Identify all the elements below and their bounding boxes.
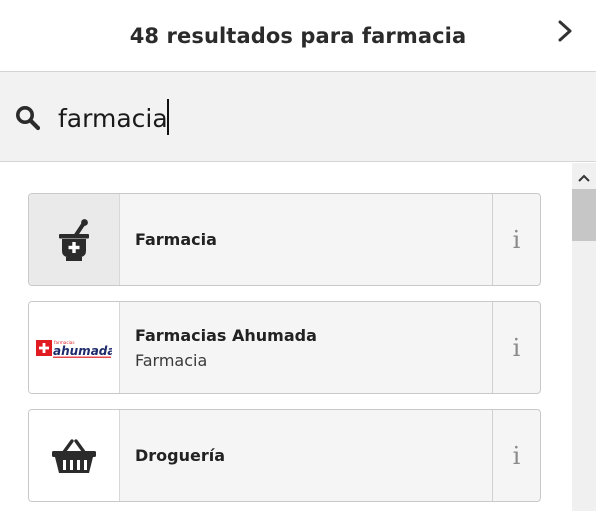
chevron-right-icon [558,20,572,42]
result-thumbnail [29,410,120,501]
svg-text:ahumada: ahumada [53,344,112,358]
next-button[interactable] [548,14,582,48]
search-icon[interactable] [15,105,41,131]
result-item-drogueria[interactable]: Droguería i [28,409,541,502]
chevron-up-icon [578,174,590,182]
search-bar [0,72,596,162]
result-body: Farmacia [120,194,492,285]
mortar-pestle-icon [59,218,89,261]
basket-icon [52,438,96,473]
result-item-farmacia[interactable]: Farmacia i [28,193,541,286]
result-category: Farmacia [135,350,208,370]
scroll-up-button[interactable] [572,167,596,189]
text-caret [167,99,169,135]
info-button[interactable]: i [492,410,540,501]
scrollbar-thumb[interactable] [572,189,596,241]
info-button[interactable]: i [492,302,540,393]
result-thumbnail: farmacias ahumada [29,302,120,393]
result-item-farmacias-ahumada[interactable]: farmacias ahumada Farmacias Ahumada Farm… [28,301,541,394]
result-name: Droguería [135,446,226,465]
ahumada-logo: farmacias ahumada [36,339,112,358]
result-thumbnail [29,194,120,285]
search-input[interactable] [56,96,556,140]
result-body: Farmacias Ahumada Farmacia [120,302,492,393]
result-body: Droguería [120,410,492,501]
results-header: 48 resultados para farmacia [0,0,596,72]
scrollbar[interactable] [572,163,596,511]
result-name: Farmacia [135,230,217,249]
results-list: Farmacia i farmacias ahumada Farmacias A… [0,163,571,511]
results-title: 48 resultados para farmacia [129,23,467,48]
info-button[interactable]: i [492,194,540,285]
result-name: Farmacias Ahumada [135,325,317,345]
